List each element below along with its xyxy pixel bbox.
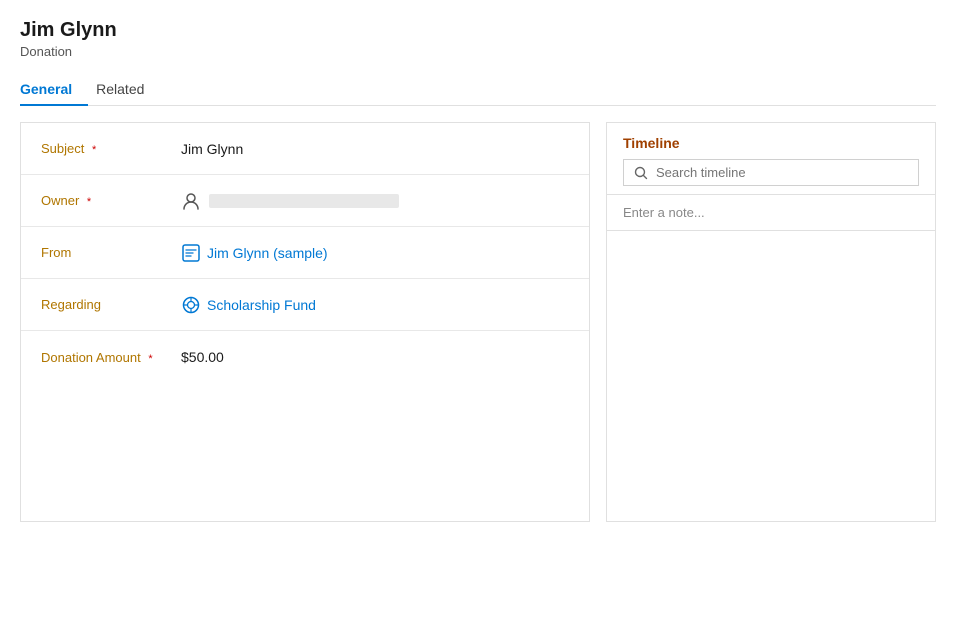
- main-content: Subject * Jim Glynn Owner *: [20, 122, 936, 522]
- value-owner[interactable]: [181, 191, 569, 211]
- owner-text-placeholder: [209, 194, 399, 208]
- timeline-title: Timeline: [623, 135, 919, 151]
- value-from[interactable]: Jim Glynn (sample): [181, 243, 569, 263]
- search-timeline-input[interactable]: [656, 165, 908, 180]
- page-container: Jim Glynn Donation General Related Subje…: [0, 0, 956, 522]
- timeline-search-box[interactable]: [623, 159, 919, 186]
- record-icon: [181, 243, 201, 263]
- field-row-regarding: Regarding Scholarship Fund: [21, 279, 589, 331]
- field-row-donation-amount: Donation Amount * $50.00: [21, 331, 589, 383]
- timeline-note-input[interactable]: Enter a note...: [607, 195, 935, 231]
- label-owner: Owner *: [41, 193, 181, 208]
- tab-related[interactable]: Related: [96, 73, 160, 105]
- page-title: Jim Glynn: [20, 18, 936, 42]
- tab-general[interactable]: General: [20, 73, 88, 105]
- field-row-owner: Owner *: [21, 175, 589, 227]
- tabs-bar: General Related: [20, 73, 936, 106]
- field-row-from: From Jim Glynn (sample): [21, 227, 589, 279]
- required-asterisk-subject: *: [92, 144, 96, 156]
- owner-input-group: [181, 191, 569, 211]
- timeline-panel: Timeline Enter a note...: [606, 122, 936, 522]
- required-asterisk-donation: *: [148, 353, 152, 365]
- label-from: From: [41, 245, 181, 260]
- value-donation-amount[interactable]: $50.00: [181, 349, 569, 365]
- value-regarding[interactable]: Scholarship Fund: [181, 295, 569, 315]
- label-regarding: Regarding: [41, 297, 181, 312]
- campaign-icon: [181, 295, 201, 315]
- label-donation-amount: Donation Amount *: [41, 350, 181, 365]
- page-subtitle: Donation: [20, 44, 936, 59]
- timeline-header: Timeline: [607, 123, 935, 195]
- person-icon: [181, 191, 201, 211]
- required-asterisk-owner: *: [87, 196, 91, 208]
- label-subject: Subject *: [41, 141, 181, 156]
- value-subject[interactable]: Jim Glynn: [181, 141, 569, 157]
- field-row-subject: Subject * Jim Glynn: [21, 123, 589, 175]
- form-card: Subject * Jim Glynn Owner *: [20, 122, 590, 522]
- search-icon: [634, 166, 648, 180]
